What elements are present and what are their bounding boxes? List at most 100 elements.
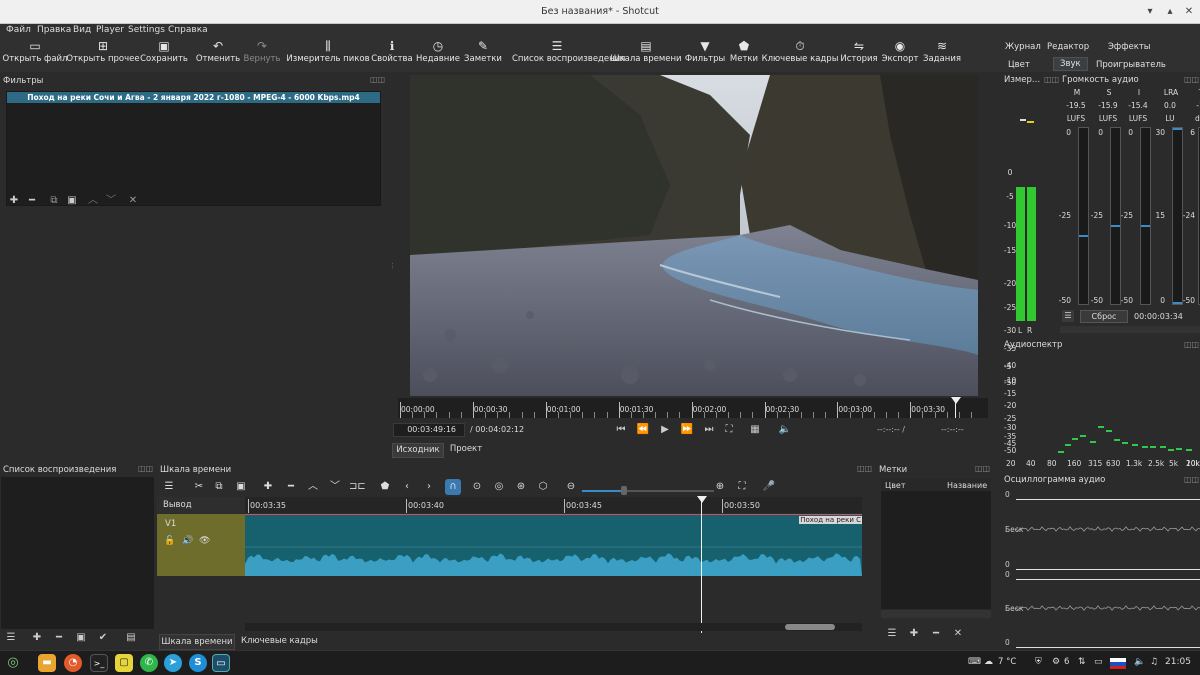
dock-float-icon[interactable]: ◫◫ <box>138 464 153 473</box>
eye-icon[interactable]: 👁 <box>199 536 210 546</box>
dock-float-icon[interactable]: ◫◫ <box>1184 75 1199 84</box>
terminal-icon[interactable]: >_ <box>90 654 108 672</box>
telegram-icon[interactable]: ➤ <box>164 654 182 672</box>
weather-icon[interactable]: ☁ <box>984 657 993 667</box>
markers-col-name[interactable]: Название <box>947 481 987 490</box>
dock-float-icon[interactable]: ◫◫ <box>975 464 990 473</box>
tab-project[interactable]: Проект <box>446 443 486 458</box>
remove-icon[interactable]: ━ <box>283 479 299 495</box>
playlist-details-icon[interactable]: ▤ <box>124 631 138 645</box>
zoom-in-icon[interactable]: ⊕ <box>712 479 728 495</box>
layout-player[interactable]: Проигрыватель <box>1096 60 1166 70</box>
paste-filter-button[interactable]: ▣ <box>65 194 79 208</box>
menu-settings[interactable]: Settings <box>128 24 165 36</box>
timeline-clip[interactable]: Поход на реки С <box>245 514 862 576</box>
record-icon[interactable]: 🎤 <box>761 479 777 495</box>
minimize-icon[interactable]: ▾ <box>1142 4 1158 20</box>
toolbar-button-16[interactable]: ≋ Задания <box>897 36 987 72</box>
playlist-menu-icon[interactable]: ☰ <box>4 631 18 645</box>
toolbar-button-9[interactable]: ☰ Список воспроизведения <box>512 36 625 72</box>
loudness-menu-icon[interactable]: ☰ <box>1062 310 1074 322</box>
copy-icon[interactable]: ⧉ <box>211 479 227 495</box>
tab-source[interactable]: Исходник <box>392 443 444 458</box>
split-icon[interactable]: ⊐⊏ <box>349 479 366 495</box>
ripple-icon[interactable]: ◎ <box>491 479 507 495</box>
loudness-scrollbar[interactable] <box>1060 326 1200 333</box>
markers-list[interactable]: Цвет Название <box>881 479 991 609</box>
battery-icon[interactable]: ▭ <box>1094 657 1103 667</box>
track-header-v1[interactable]: V1 🔓 🔊 👁 <box>157 514 245 576</box>
tab-timeline[interactable]: Шкала времени <box>159 634 235 650</box>
playlist-remove-icon[interactable]: ━ <box>52 631 66 645</box>
notes-app-icon[interactable]: ▢ <box>115 654 133 672</box>
markers-col-color[interactable]: Цвет <box>885 481 906 490</box>
splitter-handle[interactable]: ⋮ <box>389 262 396 272</box>
scrub-icon[interactable]: ⊙ <box>469 479 485 495</box>
gamepad-icon[interactable]: ⌨ <box>968 657 981 667</box>
play-icon[interactable]: ▶ <box>658 423 672 437</box>
add-filter-button[interactable]: ✚ <box>7 194 21 208</box>
skype-icon[interactable]: S <box>189 654 207 672</box>
timeline-ruler[interactable]: 00:03:35 00:03:40 00:03:45 00:03:50 <box>245 497 862 513</box>
language-flag-icon[interactable] <box>1110 658 1126 669</box>
shield-icon[interactable]: ⛨ <box>1035 657 1042 667</box>
grid-icon[interactable]: ▦ <box>748 423 762 437</box>
playlist-check-icon[interactable]: ✔ <box>96 631 110 645</box>
updates-icon[interactable]: ⚙ <box>1052 657 1060 667</box>
loudness-reset-button[interactable]: Сброс <box>1080 310 1128 323</box>
whatsapp-icon[interactable]: ✆ <box>140 654 158 672</box>
layout-color[interactable]: Цвет <box>1008 60 1030 70</box>
close-icon[interactable]: ✕ <box>1181 4 1197 20</box>
layout-effects[interactable]: Эффекты <box>1108 42 1151 52</box>
shotcut-task-icon[interactable]: ▭ <box>212 654 230 672</box>
remove-filter-button[interactable]: ━ <box>25 194 39 208</box>
skip-next-icon[interactable]: ⏭ <box>702 423 716 437</box>
copy-filter-button[interactable]: ⧉ <box>47 194 61 208</box>
tab-keyframes[interactable]: Ключевые кадры <box>241 636 318 646</box>
player-playhead[interactable] <box>951 397 961 404</box>
move-up-button[interactable]: ︿ <box>86 194 100 208</box>
markers-add-icon[interactable]: ✚ <box>907 627 921 641</box>
lift-icon[interactable]: ︿ <box>305 479 321 495</box>
overwrite-icon[interactable]: ﹀ <box>327 479 343 495</box>
menu-file[interactable]: Файл <box>6 24 31 36</box>
ripple-all-icon[interactable]: ⊛ <box>513 479 529 495</box>
markers-menu-icon[interactable]: ☰ <box>885 627 899 641</box>
dock-float-icon[interactable]: ◫◫ <box>1184 340 1199 349</box>
playlist-update-icon[interactable]: ▣ <box>74 631 88 645</box>
lock-icon[interactable]: 🔓 <box>164 536 175 546</box>
layout-audio[interactable]: Звук <box>1053 57 1088 71</box>
dock-float-icon[interactable]: ◫◫ <box>1184 475 1199 484</box>
deselect-filter-button[interactable]: ✕ <box>126 194 140 208</box>
dock-float-icon[interactable]: ◫◫ <box>857 464 872 473</box>
maximize-icon[interactable]: ▴ <box>1162 4 1178 20</box>
playlist-add-icon[interactable]: ✚ <box>30 631 44 645</box>
timeline-menu-icon[interactable]: ☰ <box>161 479 177 495</box>
layout-editor[interactable]: Редактор <box>1047 42 1089 52</box>
files-icon[interactable]: ▬ <box>38 654 56 672</box>
move-down-button[interactable]: ﹀ <box>104 194 118 208</box>
weather-temp[interactable]: 7 °C <box>998 657 1016 667</box>
menu-player[interactable]: Player <box>96 24 124 36</box>
layout-log[interactable]: Журнал <box>1005 42 1041 52</box>
player-scrubber[interactable]: 00:00:00 00:00:30 00:01:00 00:01:30 00:02:00… <box>398 398 988 418</box>
zoom-icon[interactable]: ⛶ <box>722 423 736 437</box>
marker-icon[interactable]: ⬟ <box>377 479 393 495</box>
current-time-field[interactable]: 00:03:49:16 <box>393 423 465 437</box>
sound-icon[interactable]: 🔈 <box>1134 657 1145 667</box>
menu-edit[interactable]: Правка <box>37 24 71 36</box>
snap-icon[interactable]: ∩ <box>445 479 461 495</box>
playlist-list[interactable] <box>1 477 154 629</box>
prev-marker-icon[interactable]: ‹ <box>399 479 415 495</box>
markers-remove-icon[interactable]: ━ <box>929 627 943 641</box>
dock-float-icon[interactable]: ◫◫ <box>370 75 385 84</box>
next-marker-icon[interactable]: › <box>421 479 437 495</box>
fast-forward-icon[interactable]: ⏩ <box>680 423 694 437</box>
zoom-slider-track[interactable] <box>624 490 714 492</box>
zoom-fit-icon[interactable]: ⛶ <box>734 479 750 495</box>
timeline-scrollbar[interactable] <box>245 623 862 631</box>
zoom-out-icon[interactable]: ⊖ <box>563 479 579 495</box>
skip-previous-icon[interactable]: ⏮ <box>614 423 628 437</box>
volume-icon[interactable]: 🔈 <box>778 423 792 437</box>
menu-help[interactable]: Справка <box>168 24 208 36</box>
